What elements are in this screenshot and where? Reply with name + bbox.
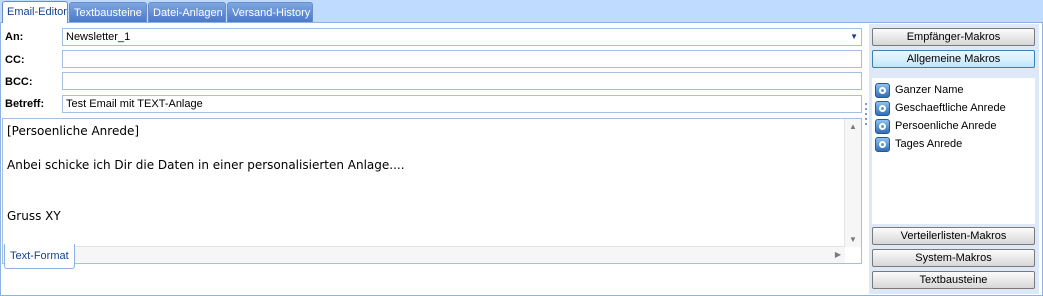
macro-icon [875, 100, 890, 116]
body-line [7, 174, 843, 191]
macro-item[interactable]: Persoenliche Anrede [875, 117, 997, 135]
macro-icon [875, 118, 890, 134]
body-line [7, 140, 843, 157]
tab-textbausteine[interactable]: Textbausteine [69, 2, 147, 22]
to-label: An: [5, 31, 24, 43]
cc-label: CC: [5, 54, 25, 66]
tab-strip: Email-Editor Textbausteine Datei-Anlagen… [0, 0, 1043, 23]
email-body-editor[interactable]: [Persoenliche Anrede] Anbei schicke ich … [2, 118, 862, 264]
recipient-macros-button[interactable]: Empfänger-Makros [872, 28, 1035, 46]
tab-versand-history[interactable]: Versand-History [227, 2, 313, 22]
email-body-text[interactable]: [Persoenliche Anrede] Anbei schicke ich … [7, 123, 843, 225]
scroll-down-icon[interactable]: ▼ [849, 235, 857, 244]
scroll-right-icon[interactable]: ▶ [835, 250, 841, 259]
body-line: Gruss XY [7, 209, 61, 223]
horizontal-scrollbar[interactable]: ◀ ▶ [3, 246, 845, 263]
macro-item-label: Persoenliche Anrede [895, 120, 997, 132]
to-value: Newsletter_1 [66, 31, 131, 43]
text-modules-button[interactable]: Textbausteine [872, 271, 1035, 289]
macro-icon [875, 136, 890, 152]
body-line [7, 191, 843, 208]
body-line: [Persoenliche Anrede] [7, 124, 140, 138]
macro-item-label: Ganzer Name [895, 84, 964, 96]
scroll-up-icon[interactable]: ▲ [849, 122, 857, 131]
bcc-field[interactable] [62, 72, 862, 90]
chevron-down-icon[interactable]: ▼ [850, 29, 858, 45]
subject-field[interactable]: Test Email mit TEXT-Anlage [62, 95, 862, 113]
tab-datei-anlagen[interactable]: Datei-Anlagen [148, 2, 226, 22]
body-line: Anbei schicke ich Dir die Daten in einer… [7, 158, 405, 172]
bcc-label: BCC: [5, 76, 33, 88]
macro-list: Ganzer Name Geschaeftliche Anrede Persoe… [872, 78, 1035, 224]
macro-item[interactable]: Geschaeftliche Anrede [875, 99, 1006, 117]
macro-item-label: Geschaeftliche Anrede [895, 102, 1006, 114]
splitter-handle[interactable] [865, 100, 868, 160]
system-macros-button[interactable]: System-Makros [872, 249, 1035, 267]
vertical-scrollbar[interactable]: ▲ ▼ [844, 119, 861, 247]
tab-email-editor[interactable]: Email-Editor [2, 1, 68, 23]
subject-label: Betreff: [5, 98, 45, 110]
to-combobox[interactable]: Newsletter_1 ▼ [62, 28, 862, 46]
macro-icon [875, 82, 890, 98]
tab-text-format[interactable]: Text-Format [4, 244, 75, 269]
distribution-list-macros-button[interactable]: Verteilerlisten-Makros [872, 227, 1035, 245]
cc-field[interactable] [62, 50, 862, 68]
macro-item[interactable]: Tages Anrede [875, 135, 962, 153]
macro-item[interactable]: Ganzer Name [875, 81, 963, 99]
general-macros-button[interactable]: Allgemeine Makros [872, 50, 1035, 68]
macro-item-label: Tages Anrede [895, 138, 963, 150]
